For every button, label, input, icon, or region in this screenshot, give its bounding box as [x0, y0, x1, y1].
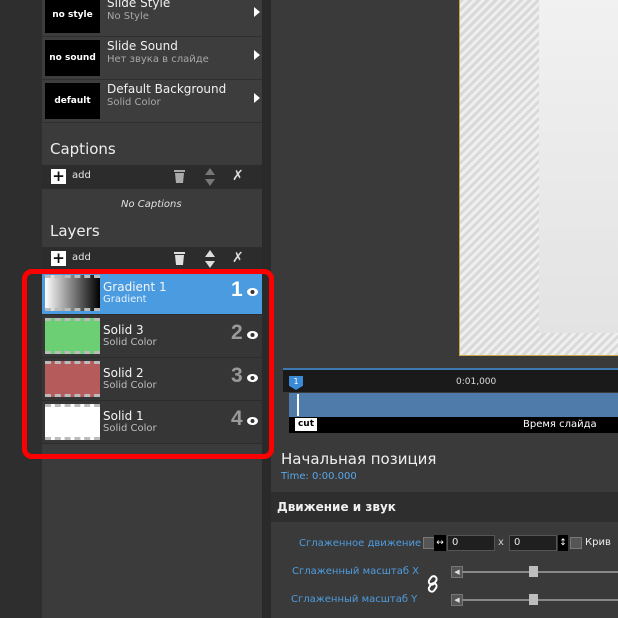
slide-style-title: Slide Style — [107, 0, 171, 10]
add-layer-label[interactable]: add — [72, 252, 91, 263]
curves-checkbox[interactable] — [570, 537, 582, 549]
scale-y-slider-track[interactable] — [462, 599, 618, 601]
curves-label: Крив — [585, 537, 611, 548]
captions-heading: Captions — [50, 140, 116, 158]
chevron-right-icon — [254, 93, 260, 103]
add-layer-button[interactable]: + — [51, 251, 66, 266]
scale-x-slider-track[interactable] — [462, 571, 618, 573]
scale-x-slider-knob[interactable] — [529, 566, 538, 577]
position-y-field[interactable]: 0 — [509, 535, 557, 551]
smooth-scale-y-label: Сглаженный масштаб Y — [291, 594, 418, 605]
start-position-title: Начальная позиция — [281, 450, 437, 468]
default-background-value: Solid Color — [107, 97, 161, 108]
add-caption-button[interactable]: + — [51, 169, 66, 184]
motion-section-title: Движение и звук — [277, 500, 396, 514]
slide-style-value: No Style — [107, 11, 149, 22]
timeline-ruler[interactable] — [283, 368, 618, 392]
slide-sound-value: Нет звука в слайде — [107, 54, 209, 65]
default-background-title: Default Background — [107, 82, 227, 96]
highlight-box — [22, 269, 274, 459]
default-background-row[interactable]: default Default Background Solid Color — [42, 80, 262, 123]
timeline-time-label: 0:01,000 — [456, 377, 497, 387]
layers-toolbar: + add ✗ — [42, 247, 262, 271]
captions-toolbar: + add ✗ — [42, 165, 262, 189]
no-captions-text: No Captions — [121, 199, 182, 210]
chevron-right-icon — [254, 7, 260, 17]
move-up-down-icon[interactable] — [205, 250, 215, 268]
start-position-time: Time: 0:00.000 — [281, 471, 357, 482]
move-up-down-icon[interactable] — [205, 168, 215, 186]
slide-preview-layer — [539, 0, 618, 333]
layers-heading: Layers — [50, 222, 100, 240]
slide-time-label: Время слайда — [523, 419, 597, 430]
x-separator: x — [498, 537, 504, 548]
horizontal-arrows-icon: ↔ — [434, 535, 446, 551]
add-caption-label[interactable]: add — [72, 170, 91, 181]
playhead[interactable] — [297, 394, 299, 416]
slide-style-row[interactable]: no style Slide Style No Style — [42, 0, 262, 37]
slide-sound-thumbnail: no sound — [45, 40, 100, 76]
smooth-scale-x-label: Сглаженный масштаб X — [292, 566, 420, 577]
tools-icon[interactable]: ✗ — [232, 168, 250, 186]
trash-icon[interactable] — [174, 169, 185, 183]
vertical-arrows-icon: ↕ — [558, 535, 568, 551]
slide-sound-row[interactable]: no sound Slide Sound Нет звука в слайде — [42, 37, 262, 80]
slide-sound-title: Slide Sound — [107, 39, 178, 53]
tools-icon[interactable]: ✗ — [232, 250, 250, 268]
timeline-track[interactable] — [289, 393, 618, 417]
smooth-motion-label: Сглаженное движение — [299, 538, 422, 549]
default-background-thumbnail: default — [45, 83, 100, 119]
position-x-field[interactable]: 0 — [447, 535, 495, 551]
slide-style-thumbnail: no style — [45, 0, 100, 33]
chevron-right-icon — [254, 50, 260, 60]
cut-button[interactable]: cut — [295, 418, 317, 431]
trash-icon[interactable] — [174, 251, 185, 265]
scale-y-slider-knob[interactable] — [529, 594, 538, 605]
link-icon[interactable] — [425, 575, 441, 593]
